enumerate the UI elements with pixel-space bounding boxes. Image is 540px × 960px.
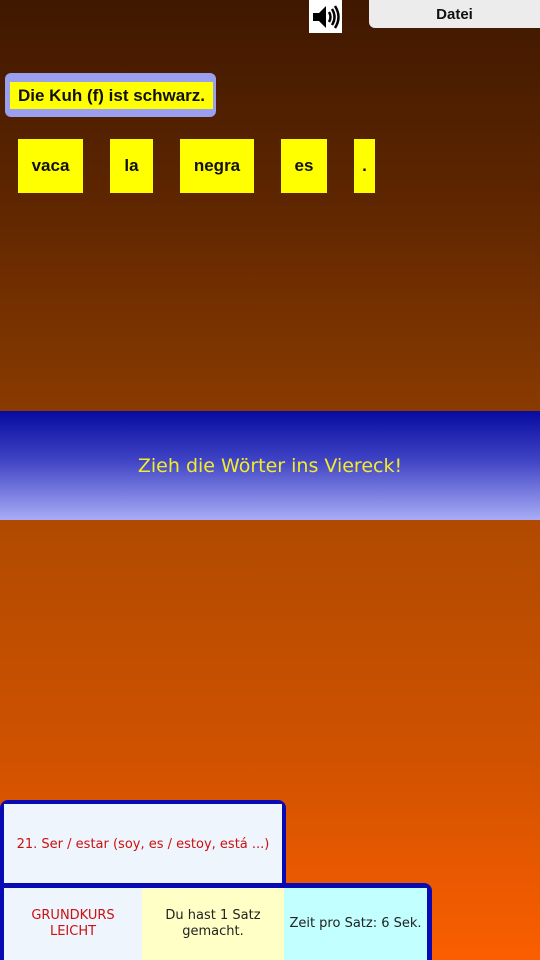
lesson-title: 21. Ser / estar (soy, es / estoy, está .… bbox=[16, 836, 270, 852]
speaker-button[interactable] bbox=[309, 0, 342, 33]
progress-counter: Du hast 1 Satz gemacht. bbox=[142, 888, 284, 960]
word-tile-la[interactable]: la bbox=[110, 139, 153, 193]
lesson-title-button[interactable]: 21. Ser / estar (soy, es / estoy, está .… bbox=[4, 804, 282, 884]
course-name: GRUNDKURS bbox=[31, 908, 115, 923]
file-menu-button[interactable]: Datei bbox=[369, 0, 540, 28]
word-tile-vaca[interactable]: vaca bbox=[18, 139, 83, 193]
time-per-sentence-label: Zeit pro Satz: 6 Sek. bbox=[289, 916, 422, 931]
course-difficulty: LEICHT bbox=[49, 924, 97, 939]
progress-line-1: Du hast 1 Satz bbox=[165, 908, 261, 923]
prompt-sentence: Die Kuh (f) ist schwarz. bbox=[10, 82, 214, 109]
speaker-icon bbox=[312, 4, 340, 29]
drop-zone-instruction: Zieh die Wörter ins Viereck! bbox=[137, 454, 403, 477]
word-tile-period[interactable]: . bbox=[354, 139, 375, 193]
progress-line-2: gemacht. bbox=[182, 924, 244, 939]
time-per-sentence-button[interactable]: Zeit pro Satz: 6 Sek. bbox=[284, 888, 427, 960]
course-level-button[interactable]: GRUNDKURS LEICHT bbox=[4, 888, 142, 960]
drop-zone[interactable]: Zieh die Wörter ins Viereck! bbox=[0, 411, 540, 520]
word-tile-negra[interactable]: negra bbox=[180, 139, 254, 193]
word-tile-es[interactable]: es bbox=[281, 139, 327, 193]
